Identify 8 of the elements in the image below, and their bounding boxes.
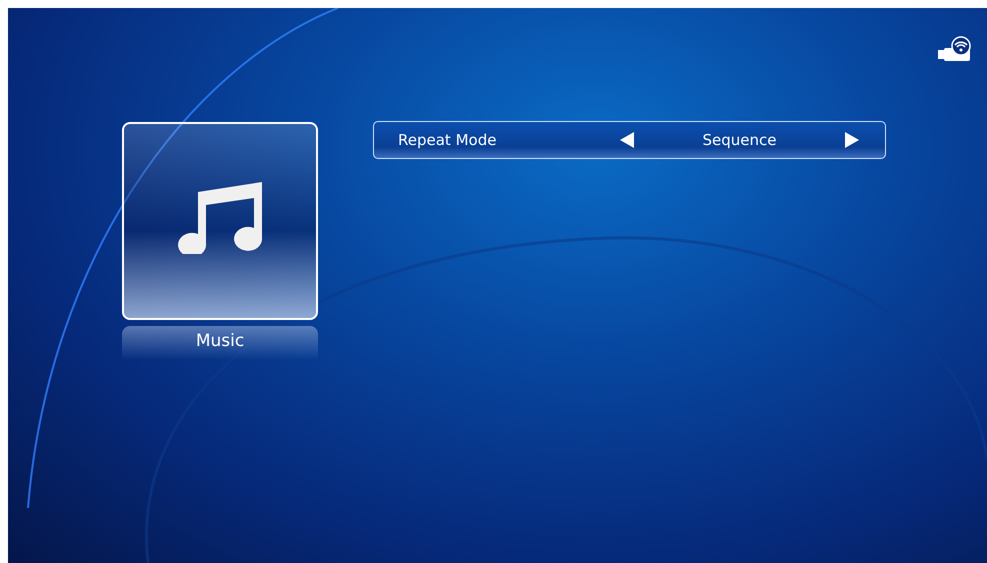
right-arrow-icon[interactable]: [845, 132, 859, 148]
tile-label: Music: [122, 326, 318, 360]
left-arrow-icon[interactable]: [620, 132, 634, 148]
setting-row[interactable]: Repeat Mode Sequence: [373, 121, 886, 159]
setting-label: Repeat Mode: [398, 130, 498, 151]
setting-value: Sequence: [702, 130, 778, 151]
wifi-dongle-icon: [937, 36, 973, 64]
music-tile[interactable]: [122, 122, 318, 320]
